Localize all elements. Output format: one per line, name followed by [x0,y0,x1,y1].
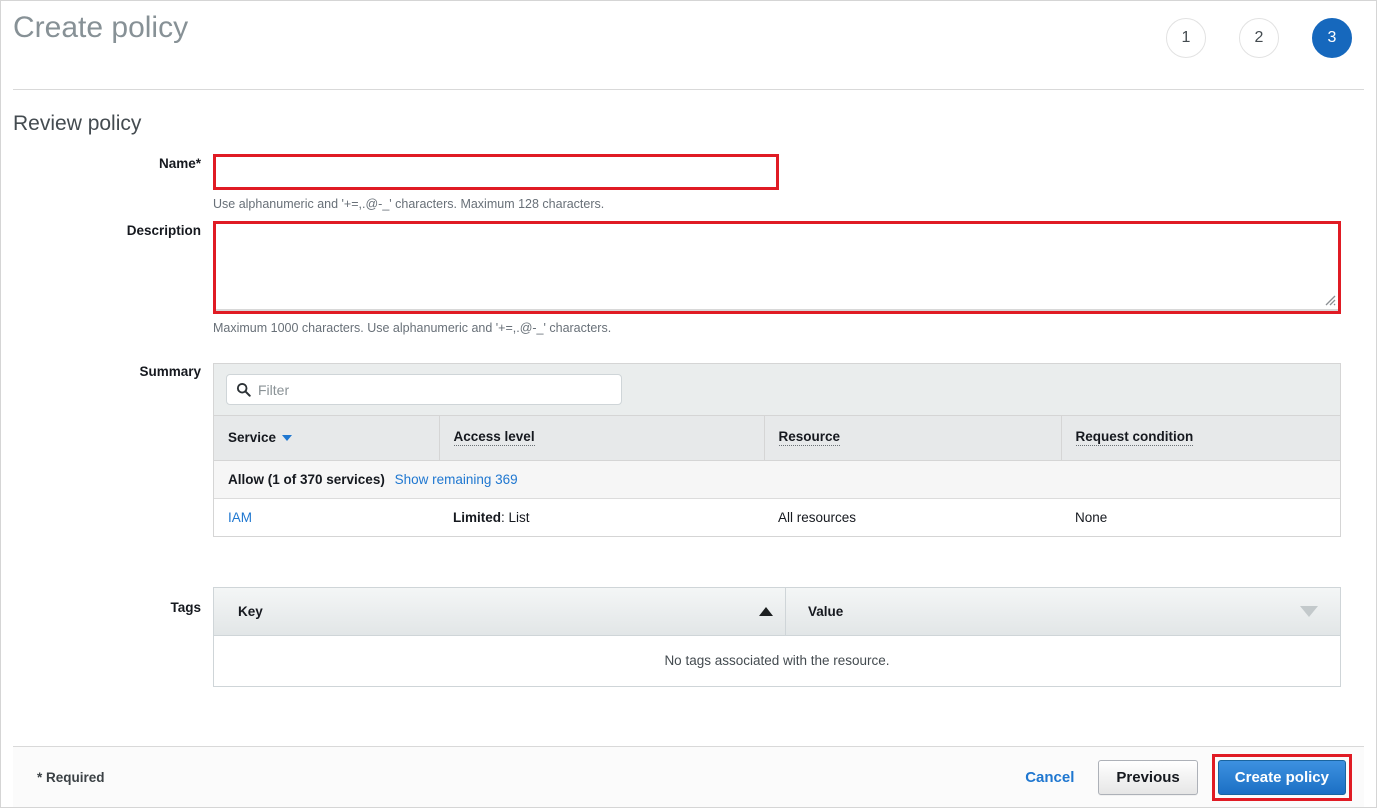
tags-column-key[interactable]: Key [214,587,786,635]
tags-row: Tags Key Value No tags associated with t… [13,584,1364,687]
description-input-highlight [213,221,1341,314]
summary-column-service-label: Service [228,430,277,446]
name-input[interactable] [216,157,776,187]
summary-column-access-level-label: Access level [453,429,535,447]
summary-filter-input[interactable]: Filter [226,374,622,405]
summary-cell-request-condition: None [1061,498,1340,537]
summary-label: Summary [139,364,201,379]
page-footer: * Required Cancel Previous Create policy [13,746,1364,807]
summary-group-cell: Allow (1 of 370 services) Show remaining… [214,460,1340,499]
access-level-prefix: Limited [453,509,502,525]
summary-group-row: Allow (1 of 370 services) Show remaining… [214,460,1340,499]
description-hint: Maximum 1000 characters. Use alphanumeri… [213,321,612,335]
summary-group-label: Allow (1 of 370 services) [228,471,385,487]
description-row: Description Maximum 1000 characters. Use… [13,221,1364,336]
summary-table: Service Access level Resource Request co… [214,416,1340,537]
tags-column-value-label: Value [808,603,844,619]
create-policy-button[interactable]: Create policy [1217,759,1346,795]
step-indicator-1[interactable]: 1 [1166,18,1206,58]
summary-column-request-condition-label: Request condition [1075,429,1194,447]
caret-down-icon [282,434,293,441]
summary-column-access-level[interactable]: Access level [439,416,765,461]
step-indicator-3-label: 3 [1327,29,1337,46]
caret-up-icon [759,606,773,616]
step-indicator: 1 2 3 [1166,18,1352,58]
description-field-wrap: Maximum 1000 characters. Use alphanumeri… [213,221,1364,336]
name-row: Name* Use alphanumeric and '+=,.@-_' cha… [13,154,1364,212]
name-input-highlight [213,154,779,190]
service-link-iam[interactable]: IAM [228,510,252,525]
summary-panel: Filter Service Access level Resource Req… [213,363,1341,537]
show-remaining-link[interactable]: Show remaining 369 [395,472,518,487]
name-hint: Use alphanumeric and '+=,.@-_' character… [213,197,605,211]
page-header: Create policy 1 2 3 [13,1,1364,90]
name-field-wrap: Use alphanumeric and '+=,.@-_' character… [213,154,1364,212]
tags-panel: Key Value No tags associated with the re… [213,586,1341,687]
summary-column-resource-label: Resource [778,429,841,447]
summary-table-header-row: Service Access level Resource Request co… [214,416,1340,461]
description-textarea[interactable] [216,224,1338,311]
step-indicator-2[interactable]: 2 [1239,18,1279,58]
create-policy-page: Create policy 1 2 3 Review policy Name* … [0,0,1377,808]
summary-filter-placeholder: Filter [258,381,290,398]
summary-column-service[interactable]: Service [214,416,440,461]
tags-label: Tags [170,599,201,615]
step-indicator-3[interactable]: 3 [1312,18,1352,58]
footer-actions: Cancel Previous Create policy [1015,753,1352,801]
page-title: Create policy [13,11,189,44]
name-label: Name* [158,156,201,171]
tags-column-key-label: Key [238,603,263,619]
page-content: Review policy Name* Use alphanumeric and… [1,91,1376,745]
previous-button[interactable]: Previous [1098,759,1198,795]
description-label: Description [126,223,201,238]
access-level-value: : List [501,509,530,525]
tags-header-row: Key Value [214,587,1340,636]
required-note: * Required [37,769,105,785]
summary-column-request-condition[interactable]: Request condition [1061,416,1340,461]
step-indicator-2-label: 2 [1254,29,1264,46]
tags-empty-message: No tags associated with the resource. [214,635,1340,686]
summary-field-wrap: Filter Service Access level Resource Req… [213,362,1364,537]
cancel-button[interactable]: Cancel [1015,763,1084,792]
summary-row: Summary Filter Service Access level Reso… [13,362,1364,537]
section-title: Review policy [13,112,142,135]
table-row: IAM Limited: List All resources None [214,498,1340,537]
summary-cell-access-level: Limited: List [439,498,764,537]
search-icon [236,382,251,397]
step-indicator-1-label: 1 [1181,29,1191,46]
summary-filter-bar: Filter [214,364,1340,416]
tags-column-value[interactable]: Value [786,588,1340,635]
summary-column-resource[interactable]: Resource [764,416,1062,461]
summary-cell-service: IAM [214,498,439,537]
summary-cell-resource: All resources [764,498,1061,537]
tags-field-wrap: Key Value No tags associated with the re… [213,584,1364,687]
create-policy-highlight: Create policy [1211,753,1352,801]
caret-down-icon [1300,605,1318,617]
